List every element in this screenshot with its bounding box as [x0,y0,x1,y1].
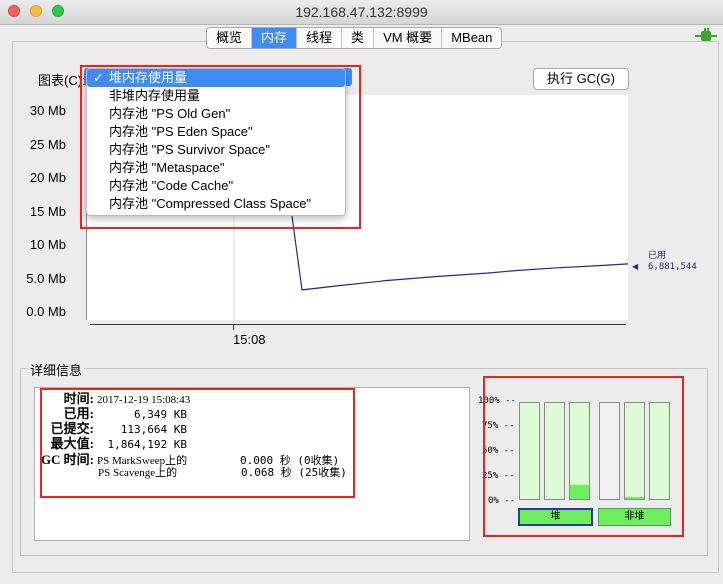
chart-select-label: 图表(C): [38,73,86,88]
y-tick-label: 0.0 Mb [26,304,66,319]
x-axis [90,324,626,325]
used-legend-value: 6,881,544 [648,262,697,272]
connection-plug-icon [695,28,717,41]
title-bar: 192.168.47.132:8999 [0,0,723,25]
y-tick-label: 10 Mb [29,237,66,252]
y-tick-label: 25 Mb [29,137,66,152]
tab-classes[interactable]: 类 [342,28,375,48]
y-tick-label: 30 Mb [29,103,66,118]
highlight-box-details [40,388,355,498]
used-legend: 已用 6,881,544 [648,251,697,273]
tab-bar: 概览 内存 线程 类 VM 概要 MBean [206,27,503,49]
x-tick [233,324,234,330]
tab-mbean[interactable]: MBean [442,28,502,48]
tab-memory[interactable]: 内存 [252,28,298,48]
tab-overview[interactable]: 概览 [207,28,253,48]
perform-gc-button[interactable]: 执行 GC(G) [533,68,629,90]
used-marker-icon: ◀ [632,262,639,271]
tab-threads[interactable]: 线程 [297,28,343,48]
highlight-box-dropdown [80,65,361,229]
details-title: 详细信息 [28,360,85,379]
x-tick-label: 15:08 [233,332,266,347]
y-tick-label: 5.0 Mb [26,271,66,286]
y-tick-label: 15 Mb [29,204,66,219]
window-title: 192.168.47.132:8999 [295,4,428,20]
used-legend-label: 已用 [648,251,667,261]
tab-vm-summary[interactable]: VM 概要 [374,28,443,48]
highlight-box-bars [483,376,684,537]
y-tick-label: 20 Mb [29,170,66,185]
